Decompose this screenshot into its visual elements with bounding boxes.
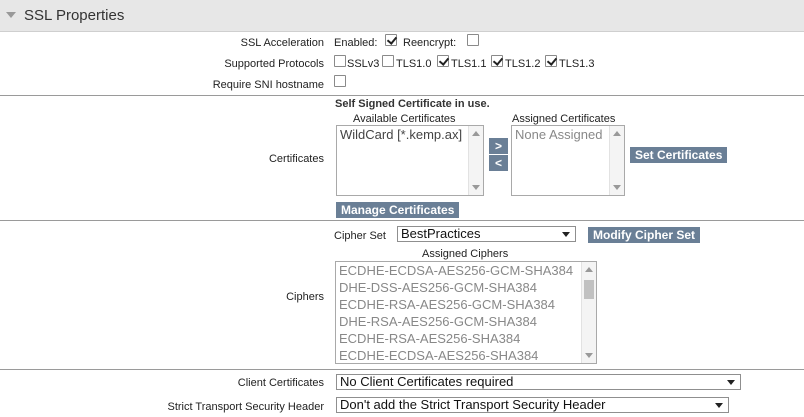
list-item[interactable]: ECDHE-ECDSA-AES256-GCM-SHA384 [336,262,596,279]
divider [0,369,804,370]
client-certificates-value: No Client Certificates required [340,374,514,389]
hsts-value: Don't add the Strict Transport Security … [340,397,606,412]
list-item[interactable]: ECDHE-RSA-AES256-GCM-SHA384 [336,296,596,313]
tls11-checkbox[interactable] [437,55,449,67]
list-item[interactable]: ECDHE-RSA-AES256-SHA384 [336,330,596,347]
enabled-checkbox[interactable] [385,34,397,46]
ciphers-scrollbar[interactable] [581,262,596,363]
tls12-label: TLS1.2 [505,58,541,70]
require-sni-checkbox[interactable] [334,75,346,87]
client-certificates-label: Client Certificates [237,377,324,389]
reencrypt-label: Reencrypt: [403,37,457,49]
list-item[interactable]: DHE-RSA-AES256-GCM-SHA384 [336,313,596,330]
scroll-up-icon[interactable] [585,267,593,272]
client-certificates-select[interactable]: No Client Certificates required [336,374,741,390]
section-header[interactable]: SSL Properties [0,0,804,32]
manage-certificates-button[interactable]: Manage Certificates [336,202,460,218]
assigned-certificates-header: Assigned Certificates [512,113,616,125]
assigned-certificates-list[interactable]: None Assigned [511,125,625,196]
list-item[interactable]: None Assigned [512,126,624,143]
available-certificates-list[interactable]: WildCard [*.kemp.ax] [336,125,484,196]
divider [0,95,804,96]
section-title: SSL Properties [24,7,125,24]
ssl-acceleration-label: SSL Acceleration [240,37,324,49]
move-right-button[interactable]: > [489,138,508,154]
assigned-certificates-scrollbar[interactable] [609,126,624,195]
cipher-set-select[interactable]: BestPractices [397,226,576,242]
modify-cipher-set-button[interactable]: Modify Cipher Set [588,227,701,243]
supported-protocols-label: Supported Protocols [224,58,324,70]
chevron-down-icon [562,232,570,237]
hsts-select[interactable]: Don't add the Strict Transport Security … [336,397,729,413]
self-signed-notice: Self Signed Certificate in use. [335,98,490,110]
sslv3-checkbox[interactable] [334,55,346,67]
chevron-down-icon [715,403,723,408]
chevron-down-icon [727,380,735,385]
ciphers-label: Ciphers [286,291,324,303]
certificates-label: Certificates [268,153,324,165]
cipher-set-label: Cipher Set [334,230,386,242]
cipher-set-value: BestPractices [401,226,481,241]
scroll-down-icon[interactable] [613,185,621,190]
available-certificates-scrollbar[interactable] [468,126,483,195]
require-sni-label: Require SNI hostname [212,79,324,91]
list-item[interactable]: WildCard [*.kemp.ax] [337,126,483,143]
list-item[interactable]: DHE-DSS-AES256-GCM-SHA384 [336,279,596,296]
tls12-checkbox[interactable] [491,55,503,67]
enabled-label: Enabled: [334,37,378,49]
tls13-label: TLS1.3 [559,58,595,70]
scroll-down-icon[interactable] [472,185,480,190]
tls11-label: TLS1.1 [451,58,487,70]
scroll-up-icon[interactable] [613,131,621,136]
available-certificates-header: Available Certificates [353,113,456,125]
assigned-ciphers-header: Assigned Ciphers [422,248,509,260]
divider [0,220,804,221]
collapse-triangle-icon[interactable] [6,12,16,18]
set-certificates-button[interactable]: Set Certificates [630,147,728,163]
tls10-label: TLS1.0 [396,58,432,70]
sslv3-label: SSLv3 [347,58,380,70]
list-item[interactable]: ECDHE-ECDSA-AES256-SHA384 [336,347,596,363]
tls13-checkbox[interactable] [545,55,557,67]
assigned-ciphers-list[interactable]: ECDHE-ECDSA-AES256-GCM-SHA384 DHE-DSS-AE… [335,261,597,364]
reencrypt-checkbox[interactable] [467,34,479,46]
move-left-button[interactable]: < [489,155,508,171]
scrollbar-thumb[interactable] [584,280,594,299]
scroll-up-icon[interactable] [472,131,480,136]
hsts-label: Strict Transport Security Header [167,401,324,413]
tls10-checkbox[interactable] [382,55,394,67]
scroll-down-icon[interactable] [585,353,593,358]
